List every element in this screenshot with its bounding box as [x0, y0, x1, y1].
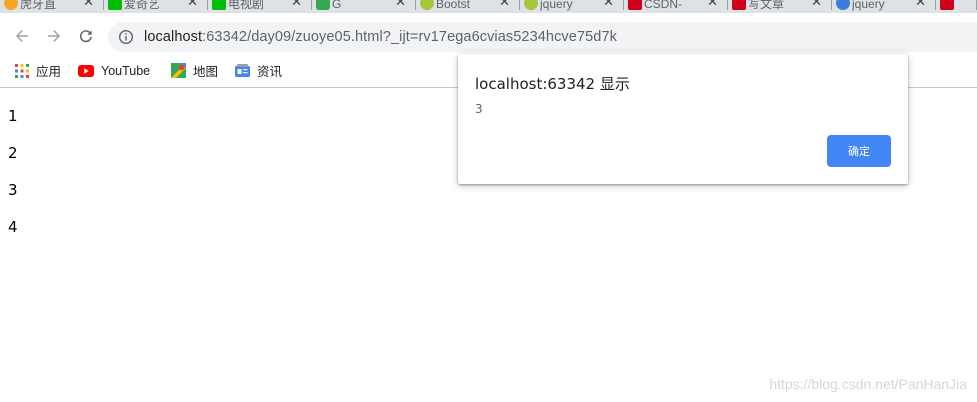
tab-strip: 虎牙直 ✕ 爱奇艺 ✕ 电视剧 ✕ G ✕ Bootst ✕ jquery ✕ …	[0, 0, 977, 13]
iqiyi-icon	[108, 0, 122, 10]
bookmark-label: YouTube	[101, 63, 151, 78]
csdn-icon	[732, 0, 746, 10]
forward-button[interactable]	[41, 23, 67, 49]
tab-title: 虎牙直	[20, 0, 57, 11]
huya-icon	[4, 0, 18, 10]
bookmark-label: 应用	[36, 65, 62, 79]
reload-button[interactable]	[73, 23, 99, 49]
tab-close-icon[interactable]: ✕	[707, 0, 718, 10]
list-item: 1	[8, 107, 18, 125]
tab-close-icon[interactable]: ✕	[915, 0, 926, 10]
bookmark-news[interactable]: 资讯	[235, 61, 282, 80]
tab-title: 写文章	[748, 0, 785, 11]
bookmark-youtube[interactable]: YouTube	[78, 61, 150, 80]
android-icon	[524, 0, 538, 10]
url-text[interactable]: localhost:63342/day09/zuoye05.html?_ijt=…	[144, 29, 617, 45]
csdn-icon	[940, 0, 954, 10]
url-path: :63342/day09/zuoye05.html?_ijt=rv17ega6c…	[202, 29, 617, 45]
browser-tab[interactable]	[936, 0, 977, 13]
tab-title: Bootst	[436, 0, 471, 11]
tab-title: CSDN-	[644, 0, 682, 11]
tab-close-icon[interactable]: ✕	[811, 0, 822, 10]
tab-close-icon[interactable]: ✕	[499, 0, 510, 10]
alert-dialog: localhost:63342 显示 3 确定	[458, 54, 908, 184]
list-item: 2	[8, 144, 18, 162]
news-icon	[235, 63, 250, 77]
ok-button[interactable]: 确定	[827, 135, 891, 167]
tab-title: 爱奇艺	[124, 0, 161, 11]
forward-arrow-icon	[48, 30, 60, 42]
bookmark-maps[interactable]: 地图	[171, 61, 218, 80]
tab-close-icon[interactable]: ✕	[603, 0, 614, 10]
browser-tab[interactable]: 电视剧 ✕	[208, 0, 312, 13]
browser-tab[interactable]: G ✕	[312, 0, 416, 13]
list-item: 3	[8, 181, 18, 199]
browser-tab[interactable]: 虎牙直 ✕	[0, 0, 104, 13]
browser-tab[interactable]: CSDN- ✕	[624, 0, 728, 13]
tab-close-icon[interactable]: ✕	[187, 0, 198, 10]
apps-grid-icon	[15, 63, 29, 78]
tab-close-icon[interactable]: ✕	[395, 0, 406, 10]
tab-close-icon[interactable]: ✕	[83, 0, 94, 10]
browser-tab[interactable]: jquery ✕	[520, 0, 624, 13]
bookmark-label: 地图	[193, 65, 219, 79]
watermark: https://blog.csdn.net/PanHanJia	[769, 376, 967, 392]
tab-title: jquery	[852, 0, 885, 11]
tab-title: 电视剧	[228, 0, 265, 11]
reload-icon	[79, 30, 92, 43]
bookmark-label: 资讯	[257, 65, 283, 79]
browser-tab[interactable]: jquery ✕	[832, 0, 936, 13]
bookmark-apps[interactable]: 应用	[15, 61, 61, 80]
tab-title: jquery	[540, 0, 573, 11]
tab-title: G	[332, 0, 342, 11]
maps-icon	[171, 63, 186, 78]
url-host: localhost	[144, 29, 203, 45]
youtube-icon	[78, 64, 94, 77]
list-item: 4	[8, 218, 18, 236]
iqiyi-icon	[212, 0, 226, 10]
android-icon	[420, 0, 434, 10]
play-icon	[316, 0, 330, 10]
csdn-icon	[628, 0, 642, 10]
dialog-message: 3	[475, 102, 483, 116]
info-icon[interactable]	[118, 29, 134, 45]
tab-close-icon[interactable]: ✕	[291, 0, 302, 10]
back-button[interactable]	[9, 23, 35, 49]
browser-tab[interactable]: 爱奇艺 ✕	[104, 0, 208, 13]
paw-icon	[836, 0, 850, 10]
dialog-title: localhost:63342 显示	[475, 75, 630, 93]
browser-tab[interactable]: 写文章 ✕	[728, 0, 832, 13]
back-arrow-icon	[16, 30, 28, 42]
browser-tab[interactable]: Bootst ✕	[416, 0, 520, 13]
address-bar[interactable]: localhost:63342/day09/zuoye05.html?_ijt=…	[108, 22, 977, 52]
